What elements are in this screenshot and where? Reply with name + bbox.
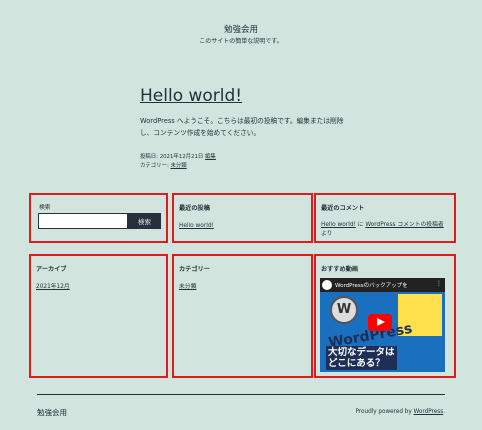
category-label: カテゴリー: <box>140 163 169 169</box>
category-link[interactable]: 未分類 <box>171 163 187 169</box>
play-icon[interactable] <box>368 314 392 331</box>
categories-title: カテゴリー <box>179 266 210 273</box>
video-widget-title: おすすめ動画 <box>321 266 359 273</box>
footer-site-title[interactable]: 勉強会用 <box>37 407 67 418</box>
category-list-link[interactable]: 未分類 <box>179 281 196 290</box>
archives-widget: アーカイブ 2021年12月 <box>29 254 168 378</box>
post-body: WordPress へようこそ。こちらは最初の投稿です。編集または削除し、コンテ… <box>140 117 344 137</box>
comment-post-link[interactable]: Hello world! <box>321 222 356 228</box>
search-label: 検索 <box>39 205 51 211</box>
wordpress-logo-icon: W <box>330 296 358 324</box>
post-date: 投稿日: 2021年12月21日 <box>140 154 204 160</box>
recent-comments-widget: 最近のコメント Hello world! に WordPress コメントの投稿… <box>314 193 456 243</box>
post-title-link[interactable]: Hello world! <box>140 86 242 106</box>
more-icon[interactable]: ⋮ <box>436 280 442 287</box>
video-title-bar: WordPressのバックアップを ⋮ <box>320 278 445 292</box>
comment-connector: に <box>357 222 364 228</box>
search-widget: 検索 検索 <box>29 193 168 243</box>
footer-credit: Proudly powered by WordPress. <box>355 409 445 415</box>
search-input[interactable] <box>38 213 128 229</box>
video-thumb-question: 大切なデータは どこにある？ <box>326 346 397 370</box>
video-caption: WordPressのバックアップを <box>335 283 408 289</box>
recent-comments-title: 最近のコメント <box>321 205 365 212</box>
site-title[interactable]: 勉強会用 <box>0 23 482 35</box>
video-widget: おすすめ動画 WordPressのバックアップを ⋮ W WordPress 大… <box>314 254 456 378</box>
archives-title: アーカイブ <box>36 266 67 273</box>
edit-link[interactable]: 編集 <box>205 154 216 160</box>
post-meta: 投稿日: 2021年12月21日 編集 カテゴリー: 未分類 <box>140 153 216 171</box>
recent-posts-widget: 最近の投稿 Hello world! <box>172 193 313 243</box>
site-description: このサイトの簡単な説明です。 <box>199 38 283 45</box>
recent-comment-item: Hello world! に WordPress コメントの投稿者 より <box>321 221 451 239</box>
recent-post-link[interactable]: Hello world! <box>179 223 214 229</box>
wordpress-link[interactable]: WordPress <box>414 409 444 415</box>
search-button[interactable]: 検索 <box>128 213 161 229</box>
recent-posts-title: 最近の投稿 <box>179 205 210 212</box>
comment-suffix: より <box>321 231 333 237</box>
embedded-video[interactable]: WordPressのバックアップを ⋮ W WordPress 大切なデータは … <box>320 278 445 372</box>
archive-link[interactable]: 2021年12月 <box>36 281 70 290</box>
powered-prefix: Proudly powered by <box>355 409 414 415</box>
categories-widget: カテゴリー 未分類 <box>172 254 313 378</box>
footer-divider <box>37 394 445 395</box>
comment-author-link[interactable]: WordPress コメントの投稿者 <box>365 222 443 228</box>
powered-suffix: . <box>443 409 445 415</box>
channel-avatar[interactable] <box>322 280 332 290</box>
